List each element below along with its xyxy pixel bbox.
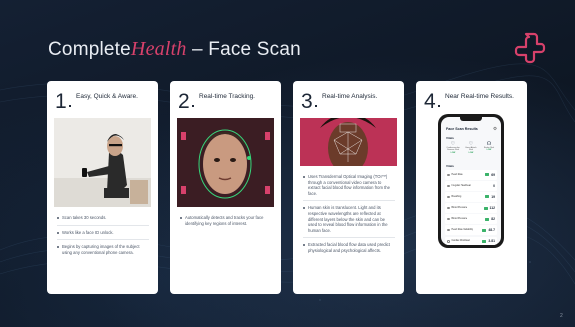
risk-item: ☊ Stroke Risk LOW bbox=[482, 141, 496, 154]
phone-notch bbox=[460, 117, 482, 121]
face-tracking-photo bbox=[177, 118, 274, 207]
risk-value: LOW bbox=[450, 151, 456, 154]
vital-value: 3.81 bbox=[488, 239, 495, 244]
risk-value: LOW bbox=[486, 149, 492, 152]
vital-value: 19 bbox=[491, 194, 495, 199]
card-title: Near Real-time Results. bbox=[445, 93, 514, 100]
vital-status-bar bbox=[483, 206, 488, 210]
page-number: 2 bbox=[560, 313, 563, 319]
vital-row[interactable]: Heart Rate Variability 48.7 bbox=[445, 225, 497, 235]
card-bullets: Uses Transdermal Optical Imaging (TOI™) … bbox=[303, 174, 395, 262]
card-real-time-tracking: 2 Real-time Tracking. Automatically dete… bbox=[170, 81, 281, 294]
vital-value: 48.7 bbox=[488, 228, 495, 233]
slide: CompleteHealth – Face Scan 1 Easy, Quick… bbox=[0, 0, 575, 327]
vital-value: 69 bbox=[491, 172, 495, 177]
bullet-item: Human skin is translucent. Light and its… bbox=[303, 205, 395, 239]
vital-row[interactable]: Irregular Heartbeat 0 bbox=[445, 181, 497, 191]
title-prefix: Complete bbox=[48, 39, 131, 60]
card-easy-quick: 1 Easy, Quick & Aware. Scan takes 30 sec… bbox=[47, 81, 158, 294]
vital-row[interactable]: Breathing 19 bbox=[445, 192, 497, 202]
title-suffix: – Face Scan bbox=[186, 39, 301, 60]
vital-indicator-icon bbox=[447, 217, 450, 221]
face-mesh-analysis-photo bbox=[300, 118, 397, 166]
vital-name: Irregular Heartbeat bbox=[451, 184, 471, 187]
card-number: 4 bbox=[424, 90, 440, 113]
vital-name: Heart Rate bbox=[451, 173, 463, 176]
results-screen-title: Face Scan Results bbox=[446, 127, 478, 131]
brand-cross-logo-icon bbox=[514, 32, 546, 64]
vital-status-bar bbox=[487, 184, 491, 187]
bullet-item: Begins by capturing images of the subjec… bbox=[57, 244, 149, 259]
bullet-item: Works like a face ID unlock. bbox=[57, 230, 149, 241]
risk-icons: ♡ Cardiovascular Disease Risk LOW ♡ Hear… bbox=[446, 141, 496, 154]
vital-name: Breathing bbox=[451, 195, 462, 198]
phone-mockup: Face Scan Results ⚙ Vitals ♡ Cardiovascu… bbox=[438, 114, 504, 248]
vital-indicator-icon bbox=[447, 173, 450, 176]
risk-item: ♡ Cardiovascular Disease Risk LOW bbox=[446, 141, 460, 154]
bullet-item: Uses Transdermal Optical Imaging (TOI™) … bbox=[303, 174, 395, 202]
vital-indicator-icon bbox=[447, 206, 450, 210]
vital-status-bar bbox=[482, 239, 487, 243]
vital-status-bar bbox=[485, 173, 490, 177]
vitals-list: Heart Rate 69 Irregular Heartbeat 0 Breath… bbox=[445, 170, 497, 245]
vital-status-bar bbox=[485, 195, 490, 199]
title-accent: Health bbox=[130, 38, 187, 60]
vital-value: 82 bbox=[491, 217, 495, 222]
bullet-item: Scan takes 30 seconds. bbox=[57, 215, 149, 226]
card-bullets: Scan takes 30 seconds. Works like a face… bbox=[57, 215, 149, 263]
card-number: 1 bbox=[55, 90, 71, 113]
vital-value: 0 bbox=[493, 183, 495, 188]
vital-row[interactable]: Blood Pressure 112 bbox=[445, 203, 497, 213]
card-number: 3 bbox=[301, 90, 317, 113]
vital-status-bar bbox=[485, 217, 490, 221]
vital-row[interactable]: Cardiac Workload 3.81 bbox=[445, 236, 497, 245]
bullet-item: Automatically detects and tracks your fa… bbox=[180, 215, 272, 230]
card-number: 2 bbox=[178, 90, 194, 113]
vital-name: Blood Pressure bbox=[451, 218, 468, 221]
person-with-phone-photo bbox=[54, 118, 151, 207]
phone-screen: Face Scan Results ⚙ Vitals ♡ Cardiovascu… bbox=[441, 117, 501, 245]
card-real-time-analysis: 3 Real-time Analysis. Uses Transdermal O… bbox=[293, 81, 404, 294]
card-near-real-time-results: 4 Near Real-time Results. Face Scan Resu… bbox=[416, 81, 527, 294]
card-bullets: Automatically detects and tracks your fa… bbox=[180, 215, 272, 234]
risk-item: ♡ Heart Attack Risk LOW bbox=[464, 141, 478, 154]
card-title: Easy, Quick & Aware. bbox=[76, 93, 138, 100]
vital-status-bar bbox=[482, 228, 487, 232]
vital-indicator-icon bbox=[447, 195, 450, 199]
bullet-item: Extracted facial blood flow data used pr… bbox=[303, 242, 395, 257]
vital-name: Blood Pressure bbox=[451, 207, 468, 210]
stats-section-label: Vitals bbox=[446, 164, 454, 168]
risk-value: LOW bbox=[468, 151, 474, 154]
card-title: Real-time Analysis. bbox=[322, 93, 378, 100]
vital-row[interactable]: Blood Pressure 82 bbox=[445, 214, 497, 224]
vital-name: Heart Rate Variability bbox=[451, 229, 474, 232]
vitals-section-label: Vitals bbox=[446, 136, 454, 140]
vital-row[interactable]: Heart Rate 69 bbox=[445, 170, 497, 180]
page-title: CompleteHealth – Face Scan bbox=[48, 38, 301, 61]
card-title: Real-time Tracking. bbox=[199, 93, 255, 100]
gear-icon: ⚙ bbox=[492, 126, 497, 131]
vital-indicator-icon bbox=[447, 184, 450, 188]
vital-value: 112 bbox=[489, 206, 495, 211]
vital-indicator-icon bbox=[447, 228, 450, 232]
vital-indicator-icon bbox=[447, 240, 450, 243]
vital-name: Cardiac Workload bbox=[451, 240, 470, 243]
